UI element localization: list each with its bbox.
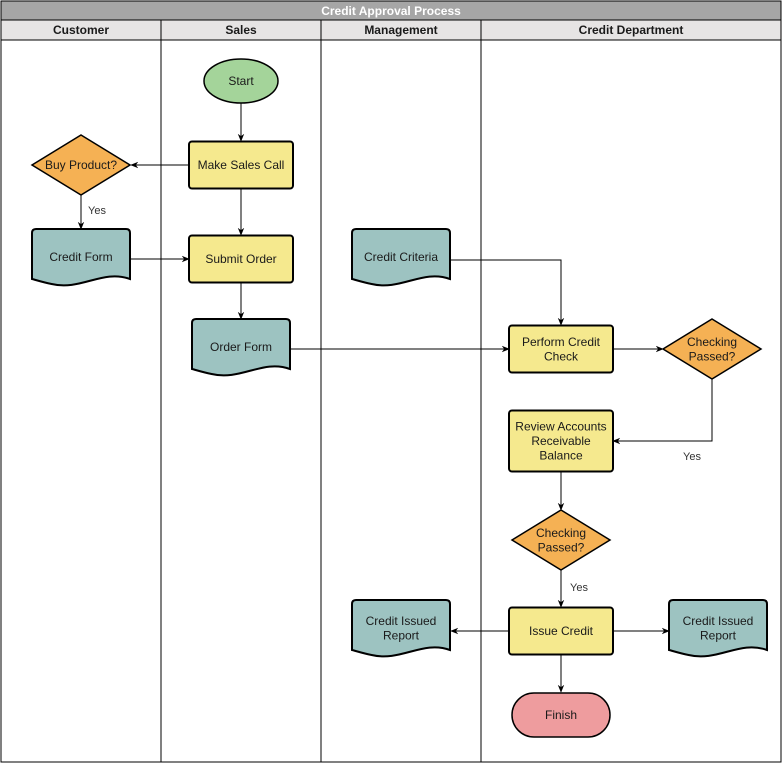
edge-label: Yes — [570, 582, 588, 594]
node-label: Report — [383, 628, 420, 642]
connector-line — [612, 379, 713, 445]
node-review-accounts[interactable]: Review AccountsReceivableBalance — [508, 409, 614, 473]
node-label: Credit Form — [49, 250, 112, 264]
lane-header-label: Credit Department — [579, 23, 684, 37]
node-order-form[interactable]: Order Form — [191, 318, 291, 377]
edge-credit_criteria-to-perform_credit_check — [450, 259, 565, 326]
node-label: Passed? — [689, 349, 736, 363]
edge-label: Yes — [683, 451, 701, 463]
node-submit-order[interactable]: Submit Order — [188, 234, 294, 284]
node-credit-criteria[interactable]: Credit Criteria — [351, 228, 451, 287]
node-label: Order Form — [210, 340, 272, 354]
node-label: Submit Order — [205, 252, 276, 266]
node-label: Passed? — [538, 540, 585, 554]
node-label: Receivable — [531, 434, 591, 448]
lane-header-label: Management — [364, 23, 437, 37]
lane-header-label: Customer — [53, 23, 109, 37]
node-label: Buy Product? — [45, 158, 117, 172]
node-label: Credit Issued — [683, 614, 754, 628]
node-checking-passed-2[interactable]: CheckingPassed? — [510, 509, 612, 571]
node-credit-issued-report-mgmt[interactable]: Credit IssuedReport — [351, 599, 451, 658]
diagram-title: Credit Approval Process — [321, 4, 461, 18]
node-label: Perform Credit — [522, 335, 601, 349]
node-label: Issue Credit — [529, 624, 594, 638]
node-label: Credit Criteria — [364, 250, 438, 264]
node-checking-passed-1[interactable]: CheckingPassed? — [661, 318, 763, 380]
node-label: Check — [544, 349, 579, 363]
edge-buy_product-to-credit_form: Yes — [77, 195, 106, 230]
node-label: Start — [228, 74, 254, 88]
edge-checking_passed_1-to-review_accounts: Yes — [612, 379, 713, 463]
node-label: Checking — [687, 335, 737, 349]
node-buy-product[interactable]: Buy Product? — [30, 134, 132, 196]
lane-customer: Customer — [0, 19, 162, 763]
node-finish[interactable]: Finish — [511, 692, 611, 738]
edge-checking_passed_2-to-issue_credit: Yes — [557, 570, 588, 608]
node-label: Review Accounts — [515, 420, 606, 434]
node-start[interactable]: Start — [203, 58, 279, 104]
node-issue-credit[interactable]: Issue Credit — [508, 606, 614, 656]
node-credit-issued-report-credit[interactable]: Credit IssuedReport — [668, 599, 768, 658]
node-make-sales-call[interactable]: Make Sales Call — [188, 140, 294, 190]
node-perform-credit-check[interactable]: Perform CreditCheck — [508, 324, 614, 374]
connector-line — [450, 259, 565, 326]
flowchart-nodes: Start Make Sales Call Buy Product? Credit F… — [30, 58, 768, 738]
edge-label: Yes — [88, 205, 106, 217]
node-label: Balance — [539, 449, 583, 463]
node-label: Checking — [536, 526, 586, 540]
pool-title-bar: Credit Approval Process — [0, 0, 782, 21]
lane-header-label: Sales — [225, 23, 257, 37]
node-label: Make Sales Call — [198, 158, 285, 172]
node-label: Finish — [545, 708, 577, 722]
node-credit-form[interactable]: Credit Form — [31, 228, 131, 287]
swimlane-diagram: Credit Approval Process Customer Sales Man… — [0, 0, 782, 763]
node-label: Credit Issued — [366, 614, 437, 628]
node-label: Report — [700, 628, 737, 642]
